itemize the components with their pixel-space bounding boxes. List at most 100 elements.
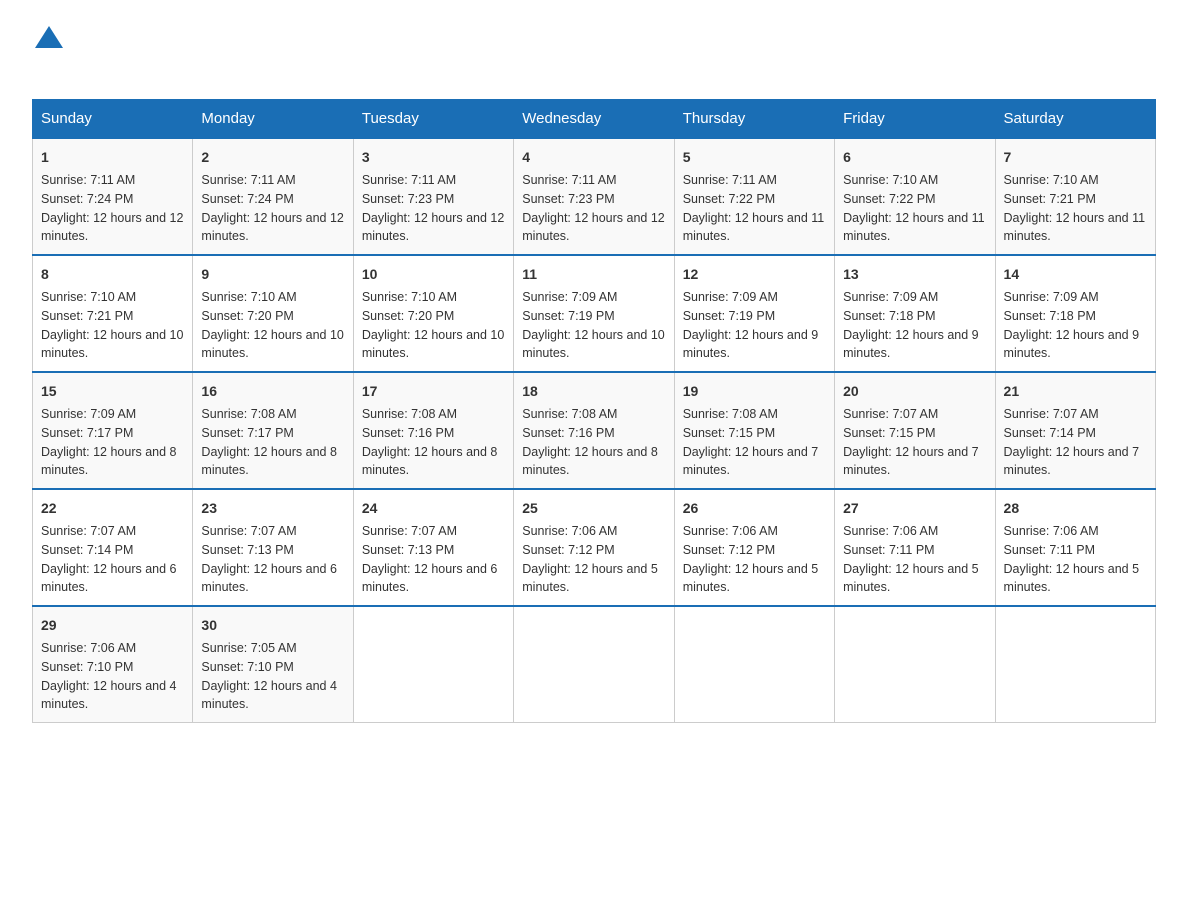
day-number: 25 <box>522 498 665 519</box>
sunrise-text: Sunrise: 7:07 AM <box>362 524 457 538</box>
sunrise-text: Sunrise: 7:07 AM <box>201 524 296 538</box>
day-number: 5 <box>683 147 826 168</box>
calendar-cell <box>674 606 834 723</box>
day-number: 19 <box>683 381 826 402</box>
sunrise-text: Sunrise: 7:11 AM <box>41 173 135 187</box>
sunrise-text: Sunrise: 7:10 AM <box>362 290 457 304</box>
sunset-text: Sunset: 7:24 PM <box>201 192 293 206</box>
daylight-text: Daylight: 12 hours and 7 minutes. <box>683 445 819 478</box>
day-number: 16 <box>201 381 344 402</box>
day-number: 4 <box>522 147 665 168</box>
calendar-cell <box>353 606 513 723</box>
daylight-text: Daylight: 12 hours and 6 minutes. <box>201 562 337 595</box>
sunrise-text: Sunrise: 7:09 AM <box>522 290 617 304</box>
calendar-cell: 10Sunrise: 7:10 AMSunset: 7:20 PMDayligh… <box>353 255 513 372</box>
sunset-text: Sunset: 7:21 PM <box>41 309 133 323</box>
daylight-text: Daylight: 12 hours and 6 minutes. <box>362 562 498 595</box>
sunset-text: Sunset: 7:24 PM <box>41 192 133 206</box>
sunrise-text: Sunrise: 7:05 AM <box>201 641 296 655</box>
sunset-text: Sunset: 7:17 PM <box>41 426 133 440</box>
day-number: 1 <box>41 147 184 168</box>
calendar-cell: 21Sunrise: 7:07 AMSunset: 7:14 PMDayligh… <box>995 372 1155 489</box>
sunrise-text: Sunrise: 7:07 AM <box>41 524 136 538</box>
calendar-cell: 1Sunrise: 7:11 AMSunset: 7:24 PMDaylight… <box>33 138 193 255</box>
calendar-cell: 22 Sunrise: 7:07 AM Sunset: 7:14 PM Dayligh… <box>33 489 193 606</box>
calendar-header-thursday: Thursday <box>674 100 834 139</box>
sunrise-text: Sunrise: 7:10 AM <box>1004 173 1099 187</box>
sunset-text: Sunset: 7:21 PM <box>1004 192 1096 206</box>
sunrise-text: Sunrise: 7:08 AM <box>683 407 778 421</box>
calendar-cell: 5Sunrise: 7:11 AMSunset: 7:22 PMDaylight… <box>674 138 834 255</box>
daylight-text: Daylight: 12 hours and 4 minutes. <box>41 679 177 712</box>
daylight-text: Daylight: 12 hours and 12 minutes. <box>201 211 343 244</box>
sunset-text: Sunset: 7:13 PM <box>201 543 293 557</box>
daylight-text: Daylight: 12 hours and 11 minutes. <box>1004 211 1146 244</box>
calendar-cell: 14Sunrise: 7:09 AMSunset: 7:18 PMDayligh… <box>995 255 1155 372</box>
calendar-cell <box>835 606 995 723</box>
calendar-cell: 12Sunrise: 7:09 AMSunset: 7:19 PMDayligh… <box>674 255 834 372</box>
calendar-cell: 2 Sunrise: 7:11 AM Sunset: 7:24 PM Daylight… <box>193 138 353 255</box>
day-number: 2 <box>201 147 344 168</box>
sunrise-text: Sunrise: 7:07 AM <box>1004 407 1099 421</box>
sunset-text: Sunset: 7:16 PM <box>522 426 614 440</box>
page-header <box>32 24 1156 79</box>
day-number: 13 <box>843 264 986 285</box>
sunrise-text: Sunrise: 7:06 AM <box>522 524 617 538</box>
day-number: 10 <box>362 264 505 285</box>
daylight-text: Daylight: 12 hours and 7 minutes. <box>843 445 979 478</box>
logo-triangle-icon <box>35 26 63 48</box>
sunrise-text: Sunrise: 7:08 AM <box>201 407 296 421</box>
sunrise-text: Sunrise: 7:06 AM <box>41 641 136 655</box>
day-number: 12 <box>683 264 826 285</box>
sunrise-text: Sunrise: 7:11 AM <box>362 173 456 187</box>
sunset-text: Sunset: 7:17 PM <box>201 426 293 440</box>
calendar-week-row: 1 Sunrise: 7:11 AM Sunset: 7:24 PM Daylight… <box>33 138 1156 255</box>
daylight-text: Daylight: 12 hours and 10 minutes. <box>522 328 664 361</box>
day-number: 21 <box>1004 381 1147 402</box>
calendar-header-wednesday: Wednesday <box>514 100 674 139</box>
daylight-text: Daylight: 12 hours and 10 minutes. <box>201 328 343 361</box>
calendar-header-saturday: Saturday <box>995 100 1155 139</box>
sunset-text: Sunset: 7:19 PM <box>522 309 614 323</box>
sunset-text: Sunset: 7:11 PM <box>1004 543 1096 557</box>
daylight-text: Daylight: 12 hours and 5 minutes. <box>843 562 979 595</box>
sunset-text: Sunset: 7:22 PM <box>683 192 775 206</box>
sunset-text: Sunset: 7:12 PM <box>683 543 775 557</box>
sunset-text: Sunset: 7:20 PM <box>201 309 293 323</box>
calendar-cell: 15Sunrise: 7:09 AMSunset: 7:17 PMDayligh… <box>33 372 193 489</box>
sunset-text: Sunset: 7:13 PM <box>362 543 454 557</box>
calendar-cell: 4Sunrise: 7:11 AMSunset: 7:23 PMDaylight… <box>514 138 674 255</box>
calendar-cell: 6Sunrise: 7:10 AMSunset: 7:22 PMDaylight… <box>835 138 995 255</box>
sunset-text: Sunset: 7:23 PM <box>522 192 614 206</box>
sunset-text: Sunset: 7:10 PM <box>41 660 133 674</box>
sunset-text: Sunset: 7:14 PM <box>41 543 133 557</box>
daylight-text: Daylight: 12 hours and 9 minutes. <box>1004 328 1140 361</box>
calendar-cell: 19Sunrise: 7:08 AMSunset: 7:15 PMDayligh… <box>674 372 834 489</box>
daylight-text: Daylight: 12 hours and 5 minutes. <box>1004 562 1140 595</box>
sunrise-text: Sunrise: 7:11 AM <box>522 173 616 187</box>
calendar-week-row: 29 Sunrise: 7:06 AM Sunset: 7:10 PM Dayligh… <box>33 606 1156 723</box>
day-number: 26 <box>683 498 826 519</box>
sunrise-text: Sunrise: 7:06 AM <box>1004 524 1099 538</box>
logo <box>32 24 63 79</box>
day-number: 29 <box>41 615 184 636</box>
daylight-text: Daylight: 12 hours and 11 minutes. <box>843 211 985 244</box>
calendar-cell: 26Sunrise: 7:06 AMSunset: 7:12 PMDayligh… <box>674 489 834 606</box>
sunrise-text: Sunrise: 7:11 AM <box>201 173 295 187</box>
calendar-cell: 18Sunrise: 7:08 AMSunset: 7:16 PMDayligh… <box>514 372 674 489</box>
daylight-text: Daylight: 12 hours and 6 minutes. <box>41 562 177 595</box>
sunrise-text: Sunrise: 7:09 AM <box>843 290 938 304</box>
day-number: 14 <box>1004 264 1147 285</box>
calendar-cell: 24Sunrise: 7:07 AMSunset: 7:13 PMDayligh… <box>353 489 513 606</box>
sunrise-text: Sunrise: 7:10 AM <box>41 290 136 304</box>
calendar-cell: 8Sunrise: 7:10 AMSunset: 7:21 PMDaylight… <box>33 255 193 372</box>
daylight-text: Daylight: 12 hours and 8 minutes. <box>522 445 658 478</box>
sunset-text: Sunset: 7:20 PM <box>362 309 454 323</box>
day-number: 3 <box>362 147 505 168</box>
calendar-header-monday: Monday <box>193 100 353 139</box>
calendar-cell: 25Sunrise: 7:06 AMSunset: 7:12 PMDayligh… <box>514 489 674 606</box>
calendar-header-row: SundayMondayTuesdayWednesdayThursdayFrid… <box>33 100 1156 139</box>
sunrise-text: Sunrise: 7:11 AM <box>683 173 777 187</box>
sunset-text: Sunset: 7:10 PM <box>201 660 293 674</box>
day-number: 22 <box>41 498 184 519</box>
